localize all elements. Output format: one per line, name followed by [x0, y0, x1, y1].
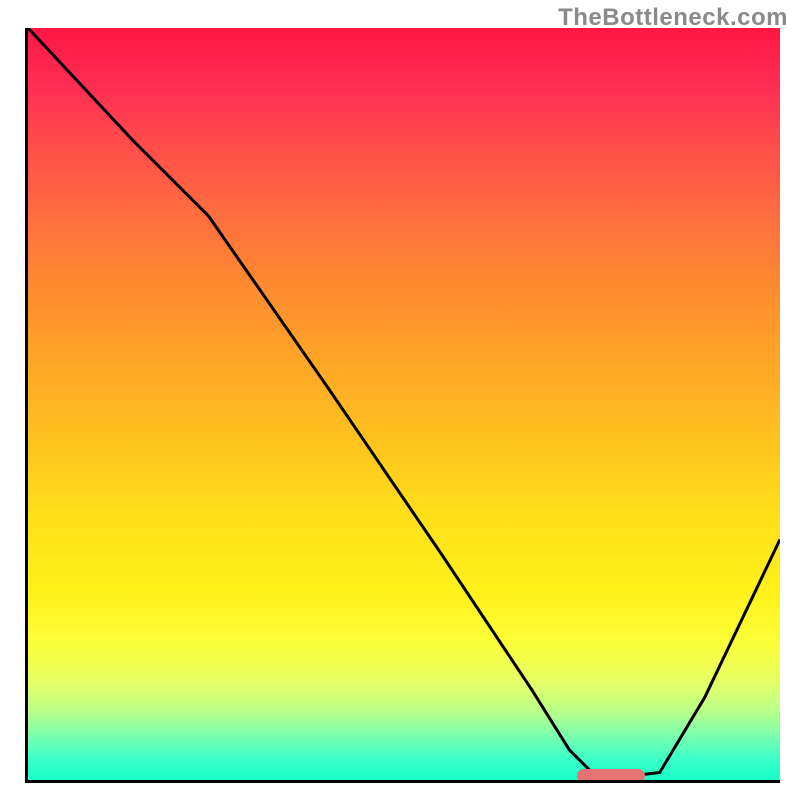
curve-path — [28, 28, 780, 776]
optimal-range-marker — [577, 769, 645, 783]
chart-container: TheBottleneck.com — [0, 0, 800, 800]
bottleneck-curve — [28, 28, 780, 780]
plot-area — [25, 28, 780, 783]
watermark-text: TheBottleneck.com — [558, 4, 788, 32]
